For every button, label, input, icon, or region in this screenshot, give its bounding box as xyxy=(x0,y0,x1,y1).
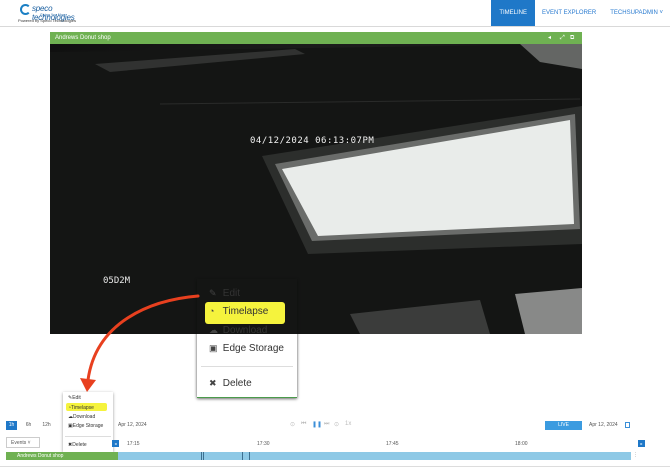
video-overlay-id: 05D2M xyxy=(103,276,131,286)
menu-item-delete[interactable]: ✖ Delete xyxy=(209,378,252,389)
timeline-camera-label[interactable]: Andrews Donut shop xyxy=(6,452,118,460)
range-1h[interactable]: 1h xyxy=(6,421,17,430)
menu-item-edge-storage[interactable]: ▣ Edge Storage xyxy=(209,343,284,354)
menu-item-label: Download xyxy=(222,325,268,336)
menu-item-download[interactable]: ☁ Download xyxy=(209,325,267,336)
menu-item-label: Timelapse xyxy=(222,306,269,317)
video-panel: Andrews Donut shop ◂ ⤢ ⧉ 04/12/2024 06:1… xyxy=(50,32,582,334)
step-back-icon[interactable]: ⏮ xyxy=(301,421,306,428)
nav-timeline[interactable]: TIMELINE xyxy=(491,0,536,26)
rewind-icon[interactable]: ⊙ xyxy=(290,421,295,428)
menu-item-label: Edge Storage xyxy=(222,343,284,354)
nav-user-menu[interactable]: TECHSUPADMIN ˅ xyxy=(603,0,670,26)
menu-item-label: Timelapse xyxy=(71,405,94,411)
context-menu-large: ✎ Edit ◔ Timelapse ☁ Download ▣ Edge Sto… xyxy=(197,279,297,398)
logo-swirl-icon xyxy=(20,4,31,15)
playback-speed[interactable]: 1x xyxy=(345,421,351,427)
small-menu-item-delete[interactable]: ✖Delete xyxy=(68,442,87,448)
menu-item-label: Edit xyxy=(222,288,241,299)
range-12h[interactable]: 12h xyxy=(41,421,52,430)
event-marker[interactable] xyxy=(242,452,243,460)
main-nav: TIMELINE EVENT EXPLORER TECHSUPADMIN ˅ xyxy=(491,0,670,26)
audio-icon[interactable]: ◂ xyxy=(548,32,551,44)
menu-item-edit[interactable]: ✎ Edit xyxy=(209,288,240,299)
save-icon: ▣ xyxy=(209,343,218,353)
playhead-marker[interactable] xyxy=(249,452,250,460)
time-label-1730: 17:30 xyxy=(257,441,270,447)
logo-powered-by: Powered by Speco Technologies xyxy=(18,18,76,23)
small-menu-item-edit[interactable]: ✎Edit xyxy=(68,395,81,401)
live-button[interactable]: LIVE xyxy=(545,421,582,430)
range-6h[interactable]: 6h xyxy=(23,421,34,430)
time-label-1800: 18:00 xyxy=(515,441,528,447)
video-timestamp: 04/12/2024 06:13:07PM xyxy=(250,136,375,146)
close-icon: ✖ xyxy=(209,378,217,388)
fast-forward-icon[interactable]: ⊙ xyxy=(334,421,339,428)
pause-icon[interactable]: ❚❚ xyxy=(312,421,322,428)
step-forward-icon[interactable]: ⏭ xyxy=(324,421,329,428)
speco-logo[interactable]: speco technologies Giving You More Power… xyxy=(18,4,88,24)
menu-item-timelapse[interactable]: ◔ Timelapse xyxy=(209,306,268,317)
video-title-bar: Andrews Donut shop ◂ ⤢ ⧉ xyxy=(50,32,582,44)
timelapse-icon: ◔ xyxy=(209,306,215,316)
track-scroll-icon[interactable]: ⋮ xyxy=(633,452,638,458)
popout-icon[interactable]: ⧉ xyxy=(570,32,574,44)
timeline-right-date: Apr 12, 2024 xyxy=(589,422,618,428)
event-marker[interactable] xyxy=(201,452,202,460)
nav-event-explorer[interactable]: EVENT EXPLORER xyxy=(535,0,603,26)
timeline-next-icon[interactable]: ▸ xyxy=(638,440,645,447)
camera-video-feed[interactable]: 04/12/2024 06:13:07PM 05D2M xyxy=(50,44,582,334)
time-label-1745: 17:45 xyxy=(386,441,399,447)
cloud-download-icon: ☁ xyxy=(209,325,218,335)
menu-divider xyxy=(201,366,293,367)
event-marker[interactable] xyxy=(203,452,204,460)
menu-divider-small xyxy=(65,436,111,437)
events-dropdown[interactable]: Events ˅ xyxy=(6,437,40,448)
fullscreen-icon[interactable]: ⤢ xyxy=(560,32,565,44)
small-menu-item-timelapse[interactable]: ◔Timelapse xyxy=(68,405,94,411)
timeline-left-date: Apr 12, 2024 xyxy=(118,422,147,428)
logo-tagline: Giving You More xyxy=(40,13,66,17)
menu-item-label: Delete xyxy=(222,378,252,389)
time-label-1715: 17:15 xyxy=(127,441,140,447)
ceiling-scene xyxy=(50,44,582,334)
menu-item-label: Edit xyxy=(72,395,81,401)
bottom-divider xyxy=(0,466,670,467)
pencil-icon: ✎ xyxy=(209,288,217,298)
calendar-icon[interactable] xyxy=(625,422,630,428)
timeline-prev-icon[interactable]: ◂ xyxy=(112,440,119,447)
camera-name: Andrews Donut shop xyxy=(55,35,111,41)
top-bar: speco technologies Giving You More Power… xyxy=(0,0,670,27)
menu-item-label: Delete xyxy=(72,442,87,448)
